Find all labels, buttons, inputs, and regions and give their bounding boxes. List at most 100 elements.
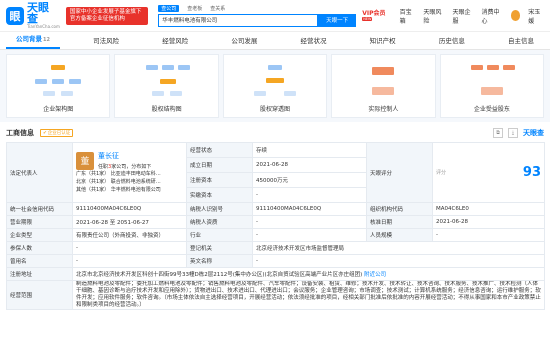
label-credit-code: 统一社会信用代码 [6,202,73,216]
card-penetration[interactable]: 股权穿透图 [222,54,328,118]
rep-avatar[interactable]: 董 [76,151,94,170]
value-address: 北京市北京经济技术开发区科创十四街99号33幢D栋2层2112号(集中办公区)(… [72,267,545,281]
beneficiary-thumbnail [467,65,517,99]
value-registry: 北京经济技术开发区市场监督管理局 [252,241,545,255]
top-bar: 眼 天眼查 TianYanCha.com 国家中小企业发展子基金旗下 官方备案企… [0,0,550,32]
tab-development[interactable]: 公司发展 [221,35,267,49]
logo-mark: 眼 [6,6,24,25]
user-avatar[interactable] [510,10,521,21]
rep-company-list: 广东（共1家） 比亚迪丰田电动车科… 北京（共1家） 联合燃料电池系统研… 其他… [76,170,183,194]
graph-cards: 企业架构图 股权结构图 股权穿透图 实际控制人 企业受益股东 [0,50,550,122]
value-english-name: - [252,254,545,268]
label-former-name: 曾用名 [6,254,73,268]
score-value: 93 [522,165,541,180]
tab-history[interactable]: 历史信息 [429,35,475,49]
nearby-companies-link[interactable]: 附近公司 [364,272,386,278]
section-nav: 公司背景12 司法风险 经营风险 公司发展 经营状况 知识产权 历史信息 自主信… [0,32,550,50]
rep-company-row[interactable]: 其他（共1家） 华丰燃料电池有限公司 [76,186,183,194]
search-tab-boss[interactable]: 查老板 [187,5,202,12]
tab-company-background[interactable]: 公司背景12 [6,33,60,49]
promo-banner[interactable]: 国家中小企业发展子基金旗下 官方备案企业征信机构 [65,6,149,25]
value-insured: - [72,241,187,255]
value-term: 2021-06-28 至 2051-06-27 [72,215,187,229]
penetration-thumbnail [250,65,300,99]
label-address: 注册地址 [6,267,73,281]
copy-icon[interactable]: ⧉ [493,128,503,138]
rep-company-row[interactable]: 北京（共1家） 联合燃料电池系统研… [76,178,183,186]
search-button[interactable]: 天眼一下 [318,13,357,27]
new-badge: NEW [362,16,373,21]
score-cell[interactable]: 评分 93 [432,142,545,203]
card-equity[interactable]: 股权结构图 [114,54,219,118]
label-registered-capital: 注册资本 [186,172,253,188]
label-scope: 经营范围 [6,280,73,310]
verified-icon: ✔ [43,130,47,136]
tab-operations[interactable]: 经营状况 [291,35,337,49]
score-word: 评分 [436,170,447,176]
label-company-type: 企业类型 [6,228,73,242]
user-name[interactable]: 宋玉媛 [528,7,544,25]
label-org-code: 组织机构代码 [366,202,433,216]
card-structure[interactable]: 企业架构图 [6,54,111,118]
label-approval-date: 核准日期 [366,215,433,229]
card-controller[interactable]: 实际控制人 [331,54,436,118]
search-area: 查公司 查老板 查关系 华丰燃料电池有限公司 天眼一下 [158,5,357,27]
card-label: 股权结构图 [151,106,182,113]
tab-self-info[interactable]: 自主信息 [498,35,544,49]
structure-thumbnail [33,65,83,99]
business-info-table: 法定代表人 董 董长征 任职3家公司，分布如下 广东（共1家） 比亚迪丰田电动车… [6,142,545,310]
section-header: 工商信息 ✔ 企业已认证 ⧉ ⤓ 天眼查 [0,124,550,142]
label-industry: 行业 [186,228,253,242]
logo[interactable]: 眼 天眼查 TianYanCha.com [6,2,60,29]
value-former-name: - [72,254,187,268]
value-approval-date: 2021-06-28 [432,215,545,229]
equity-thumbnail [142,65,192,99]
value-org-code: MA04C6LE0 [432,202,545,216]
search-tab-relation[interactable]: 查关系 [210,5,225,12]
label-insured: 参保人数 [6,241,73,255]
page: 眼 天眼查 TianYanCha.com 国家中小企业发展子基金旗下 官方备案企… [0,0,550,362]
label-paid-capital: 实缴资本 [186,187,253,203]
label-staff-size: 人员规模 [366,228,433,242]
label-founded: 成立日期 [186,157,253,173]
card-label: 实际控制人 [368,106,399,113]
tab-judicial-risk[interactable]: 司法风险 [83,35,129,49]
label-registry: 登记机关 [186,241,253,255]
value-founded: 2021-06-28 [252,157,367,173]
card-beneficiary[interactable]: 企业受益股东 [439,54,545,118]
search-tab-company[interactable]: 查公司 [158,5,180,12]
menu-risk[interactable]: 天眼风险 [423,7,444,25]
rep-role-summary: 任职3家公司，分布如下 [98,164,152,170]
value-scope: 制造燃料电池及零配件；委托加工燃料电池及零配件；销售燃料电池及零配件、汽车零配件… [72,280,545,310]
verified-tag: ✔ 企业已认证 [40,129,74,137]
logo-title: 天眼查 [26,1,49,25]
value-company-type: 有限责任公司（外商投资、非独资） [72,228,187,242]
vip-link[interactable]: VIP会员NEW [362,8,391,24]
legal-rep-cell: 董 董长征 任职3家公司，分布如下 广东（共1家） 比亚迪丰田电动车科… 北京（… [72,142,187,203]
tab-business-risk[interactable]: 经营风险 [152,35,198,49]
rep-company-row[interactable]: 广东（共1家） 比亚迪丰田电动车科… [76,170,183,178]
menu-toolbox[interactable]: 百宝箱 [400,7,416,25]
label-tax-id: 纳税人识别号 [186,202,253,216]
value-status: 存续 [252,142,367,158]
value-paid-capital: - [252,187,367,203]
card-label: 企业受益股东 [473,106,510,113]
logo-domain: TianYanCha.com [26,24,60,29]
section-logo: 天眼查 [523,129,544,137]
card-label: 企业架构图 [43,106,74,113]
label-legal-rep: 法定代表人 [6,142,73,203]
search-input[interactable]: 华丰燃料电池有限公司 [158,13,319,27]
menu-consume[interactable]: 消费中心 [482,7,503,25]
card-label: 股权穿透图 [260,106,291,113]
label-status: 经营状态 [186,142,253,158]
value-staff-size: - [432,228,545,242]
value-industry: - [252,228,367,242]
value-credit-code: 91110400MA04C6LE0Q [72,202,187,216]
tab-ip[interactable]: 知识产权 [360,35,406,49]
label-tax-qualification: 纳税人资质 [186,215,253,229]
value-registered-capital: 450000万元 [252,172,367,188]
controller-thumbnail [358,65,408,99]
rep-name-link[interactable]: 董长征 [98,151,151,161]
download-icon[interactable]: ⤓ [508,128,518,138]
menu-service[interactable]: 天眼企服 [452,7,473,25]
